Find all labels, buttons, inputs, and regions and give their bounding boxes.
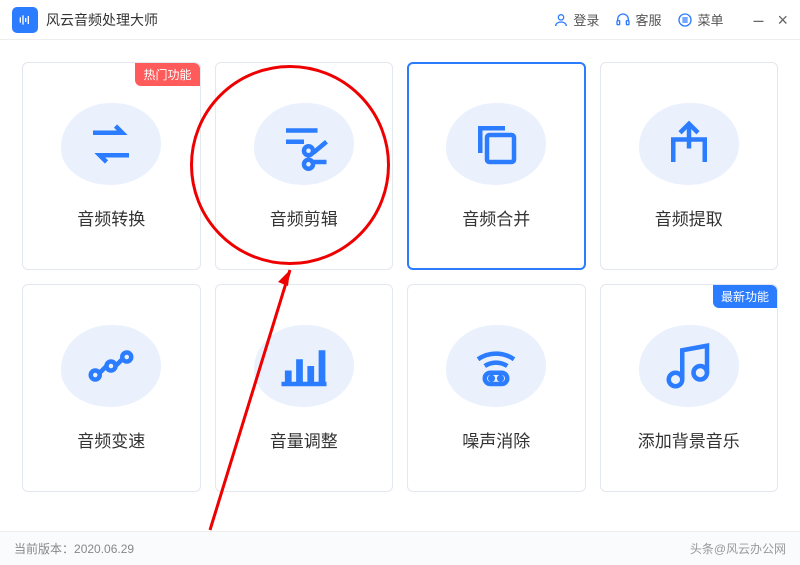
version-label: 当前版本： <box>14 540 74 557</box>
menu-icon <box>677 12 693 28</box>
card-audio-extract[interactable]: 音频提取 <box>600 62 779 270</box>
card-label: 音频转换 <box>77 205 145 230</box>
titlebar: 风云音频处理大师 登录 客服 菜单 – × <box>0 0 800 40</box>
card-label: 音频提取 <box>655 205 723 230</box>
bars-icon <box>277 339 331 393</box>
card-label: 音频变速 <box>77 427 145 452</box>
scissors-icon <box>277 117 331 171</box>
menu-button[interactable]: 菜单 <box>677 10 723 29</box>
minimize-button[interactable]: – <box>753 11 763 29</box>
headset-icon <box>615 12 631 28</box>
footer: 当前版本： 2020.06.29 头条@风云办公网 <box>0 531 800 565</box>
wifi-icon <box>469 339 523 393</box>
version-value: 2020.06.29 <box>74 542 134 556</box>
app-logo-icon <box>12 7 38 33</box>
close-button[interactable]: × <box>777 11 788 29</box>
card-label: 添加背景音乐 <box>638 427 740 452</box>
card-audio-edit[interactable]: 音频剪辑 <box>215 62 394 270</box>
user-icon <box>553 12 569 28</box>
card-label: 音频剪辑 <box>270 205 338 230</box>
support-button[interactable]: 客服 <box>615 10 661 29</box>
card-audio-merge[interactable]: 音频合并 <box>407 62 586 270</box>
card-label: 噪声消除 <box>462 427 530 452</box>
hot-badge: 热门功能 <box>135 63 199 86</box>
merge-icon <box>469 117 523 171</box>
card-audio-convert[interactable]: 热门功能 音频转换 <box>22 62 201 270</box>
speed-icon <box>84 339 138 393</box>
card-add-bgm[interactable]: 最新功能 添加背景音乐 <box>600 284 779 492</box>
feature-grid: 热门功能 音频转换 音频剪辑 音频合并 音频提取 音频变速 音量调整 <box>0 40 800 514</box>
card-label: 音频合并 <box>462 205 530 230</box>
app-title: 风云音频处理大师 <box>46 10 158 30</box>
new-badge: 最新功能 <box>713 285 777 308</box>
watermark: 头条@风云办公网 <box>690 540 786 557</box>
card-label: 音量调整 <box>270 427 338 452</box>
card-audio-speed[interactable]: 音频变速 <box>22 284 201 492</box>
login-button[interactable]: 登录 <box>553 10 599 29</box>
extract-icon <box>662 117 716 171</box>
card-denoise[interactable]: 噪声消除 <box>407 284 586 492</box>
titlebar-actions: 登录 客服 菜单 – × <box>553 10 788 29</box>
card-volume-adjust[interactable]: 音量调整 <box>215 284 394 492</box>
convert-icon <box>84 117 138 171</box>
music-note-icon <box>662 339 716 393</box>
